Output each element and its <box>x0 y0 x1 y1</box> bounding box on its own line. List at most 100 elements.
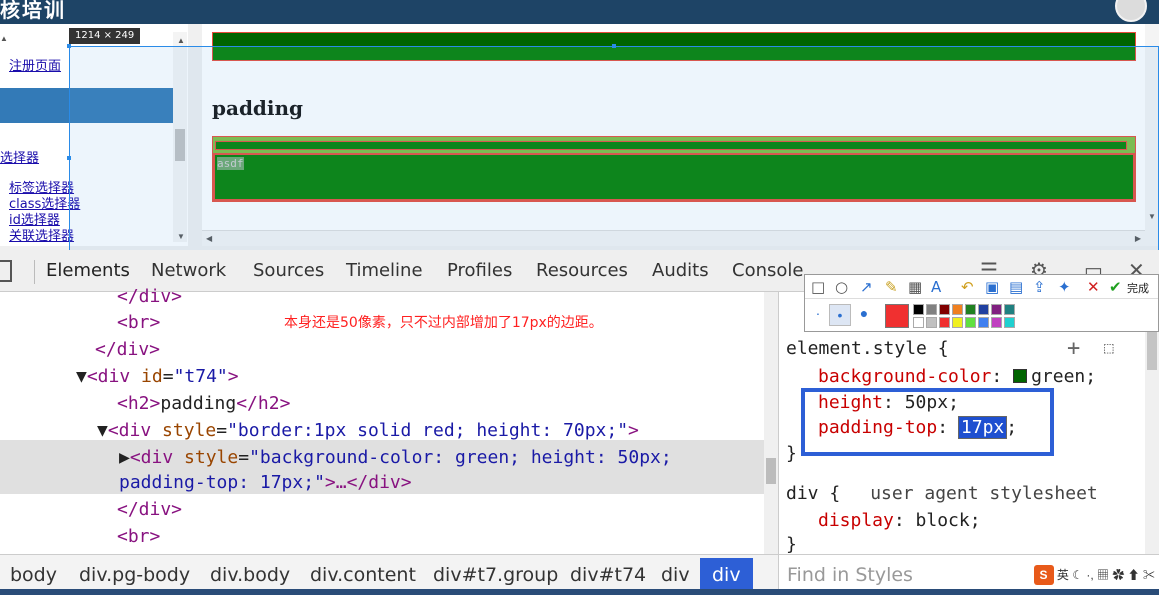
crumb-pg-body[interactable]: div.pg-body <box>79 564 190 586</box>
palette-color[interactable] <box>978 304 989 315</box>
tab-resources[interactable]: Resources <box>536 260 628 281</box>
crumb-t7-group[interactable]: div#t7.group <box>433 564 558 586</box>
page-scroll-down-icon[interactable]: ▼ <box>1148 212 1156 221</box>
ime-lang-label[interactable]: 英 <box>1057 568 1069 582</box>
palette-color[interactable] <box>926 317 937 328</box>
cancel-icon[interactable]: ✕ <box>1087 278 1100 296</box>
tab-elements[interactable]: Elements <box>46 260 130 281</box>
dom-node-inner-div-cont[interactable]: padding-top: 17px;">…</div> <box>119 472 412 493</box>
page-vertical-scrollbar[interactable]: ▼ <box>1145 24 1159 246</box>
share-icon[interactable]: ⇪ <box>1033 278 1046 296</box>
color-swatch[interactable] <box>1013 369 1028 383</box>
tab-profiles[interactable]: Profiles <box>447 260 512 281</box>
check-icon[interactable]: ✔ <box>1109 278 1122 296</box>
palette-color[interactable] <box>965 304 976 315</box>
crumb-t74[interactable]: div#t74 <box>570 564 646 586</box>
save-icon[interactable]: ▣ <box>985 278 999 296</box>
text-tool-icon[interactable]: A <box>931 278 941 296</box>
done-button[interactable]: 完成 <box>1127 280 1149 296</box>
nav-link-relation-selector[interactable]: 关联选择器 <box>9 225 74 244</box>
tab-timeline[interactable]: Timeline <box>346 260 423 281</box>
dom-scrollbar[interactable] <box>764 292 778 554</box>
crumb-div-active[interactable]: div <box>700 558 753 592</box>
ime-tools-icon[interactable]: ☾ ·, ▦ ✿ ⬆ ✂ <box>1072 568 1155 582</box>
palette-color[interactable] <box>952 304 963 315</box>
palette-color[interactable] <box>1004 304 1015 315</box>
palette-color[interactable] <box>1004 317 1015 328</box>
dom-node-inner-div[interactable]: ▶<div style="background-color: green; he… <box>119 447 672 468</box>
nav-link-selectors[interactable]: 选择器 <box>0 147 39 166</box>
tab-sources[interactable]: Sources <box>253 260 324 281</box>
dom-node[interactable]: </div> <box>117 499 182 520</box>
mosaic-tool-icon[interactable]: ▦ <box>908 278 922 296</box>
tab-audits[interactable]: Audits <box>652 260 709 281</box>
palette-color[interactable] <box>991 317 1002 328</box>
palette-color[interactable] <box>913 304 924 315</box>
content-horizontal-scrollbar[interactable]: ◀ ▶ <box>202 230 1145 246</box>
crumb-body[interactable]: body <box>10 564 57 586</box>
sogou-icon[interactable]: S <box>1033 565 1054 585</box>
capture-handle[interactable] <box>67 156 71 160</box>
pen-tool-icon[interactable]: ✎ <box>885 278 898 296</box>
scroll-left-icon[interactable]: ◀ <box>206 234 212 243</box>
device-mode-icon[interactable] <box>0 260 12 282</box>
palette-color[interactable] <box>939 304 950 315</box>
tab-separator <box>34 260 35 284</box>
tab-network[interactable]: Network <box>151 260 226 281</box>
site-title: 核培训 <box>0 0 66 22</box>
tag-text: <div <box>86 366 131 387</box>
expand-triangle-icon[interactable]: ▼ <box>97 420 108 441</box>
tag-text: <div <box>129 447 174 468</box>
scroll-right-icon[interactable]: ▶ <box>1135 234 1141 243</box>
nav-active-item[interactable] <box>0 88 173 123</box>
dom-node[interactable]: <br> <box>117 526 160 547</box>
palette-color[interactable] <box>978 317 989 328</box>
dom-node-outer-div[interactable]: ▼<div style="border:1px solid red; heigh… <box>97 420 639 441</box>
copy-icon[interactable]: ▤ <box>1009 278 1023 296</box>
palette-color[interactable] <box>952 317 963 328</box>
dom-scrollbar-thumb[interactable] <box>766 458 776 484</box>
style-decl-bg[interactable]: background-color: green; <box>818 366 1096 387</box>
nav-scrollbar-thumb[interactable] <box>175 129 185 161</box>
dom-node[interactable]: </div> <box>95 339 160 360</box>
crumb-body-div[interactable]: div.body <box>210 564 290 586</box>
style-selector: element.style { <box>786 338 949 359</box>
arrow-tool-icon[interactable]: ↗ <box>860 278 873 296</box>
add-rule-icon[interactable]: + <box>1067 336 1080 361</box>
palette-color[interactable] <box>991 304 1002 315</box>
toggle-state-icon[interactable]: ⬚ <box>1104 338 1114 357</box>
collapse-triangle-icon[interactable]: ▶ <box>119 447 130 468</box>
tab-console[interactable]: Console <box>732 260 803 281</box>
tag-close: > <box>628 420 639 441</box>
node-text: padding <box>160 393 237 414</box>
undo-icon[interactable]: ↶ <box>961 278 974 296</box>
nav-link-register[interactable]: 注册页面 <box>9 55 61 74</box>
palette-color[interactable] <box>965 317 976 328</box>
dom-node-t74[interactable]: ▼<div id="t74"> <box>76 366 239 387</box>
palette-color[interactable] <box>939 317 950 328</box>
nav-scroll-up-icon[interactable]: ▲ <box>177 36 185 45</box>
current-color-swatch[interactable] <box>885 304 909 328</box>
rectangle-tool-icon[interactable]: □ <box>811 278 825 296</box>
crumb-div[interactable]: div <box>661 564 690 586</box>
dom-node-h2[interactable]: <h2>padding</h2> <box>117 393 290 414</box>
screen: 核培训 ▲ 注册页面 选择器 标签选择器 class选择器 id选择器 关联选择… <box>0 0 1159 595</box>
brush-size-large[interactable]: ● <box>853 303 875 325</box>
capture-handle[interactable] <box>612 44 616 48</box>
dom-node[interactable]: <br> <box>117 312 160 333</box>
pin-icon[interactable]: ✦ <box>1058 278 1071 296</box>
capture-handle[interactable] <box>67 44 71 48</box>
scroll-up-icon[interactable]: ▲ <box>0 34 8 43</box>
brush-size-small[interactable]: · <box>807 303 829 325</box>
dom-node[interactable]: </div> <box>117 286 182 307</box>
avatar[interactable] <box>1115 0 1147 22</box>
nav-scroll-down-icon[interactable]: ▼ <box>177 232 185 241</box>
expand-triangle-icon[interactable]: ▼ <box>76 366 87 387</box>
ime-toolbar[interactable]: S 英 ☾ ·, ▦ ✿ ⬆ ✂ <box>1033 565 1155 587</box>
brush-size-medium[interactable]: • <box>829 304 851 326</box>
inner-border-line <box>215 141 1127 150</box>
palette-color[interactable] <box>926 304 937 315</box>
ellipse-tool-icon[interactable]: ○ <box>835 278 848 296</box>
crumb-content[interactable]: div.content <box>310 564 416 586</box>
palette-color[interactable] <box>913 317 924 328</box>
